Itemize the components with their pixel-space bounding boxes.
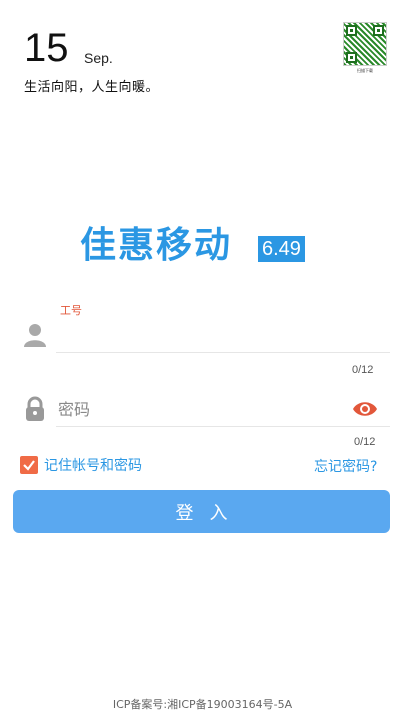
date-day: 15 (24, 26, 69, 70)
password-counter: 0/12 (354, 436, 376, 448)
username-underline (56, 352, 390, 353)
slogan-text: 生活向阳，人生向暖。 (24, 80, 160, 95)
user-icon (22, 322, 48, 348)
username-input[interactable] (58, 322, 338, 348)
username-label: 工号 (60, 304, 82, 317)
version-badge: 6.49 (258, 236, 305, 262)
username-counter: 0/12 (352, 364, 374, 376)
lock-icon (22, 396, 48, 422)
password-underline (56, 426, 390, 427)
remember-checkbox-row[interactable]: 记住帐号和密码 (20, 455, 142, 475)
login-button[interactable]: 登入 (13, 490, 390, 533)
remember-label: 记住帐号和密码 (44, 458, 142, 474)
checkbox-checked-icon[interactable] (20, 456, 38, 474)
date-month: Sep. (84, 50, 113, 66)
app-title: 佳惠移动 (80, 225, 233, 266)
qr-caption: 扫描下载 (357, 68, 373, 73)
qr-code[interactable]: 扫描下载 (343, 22, 387, 74)
qr-code-icon (343, 22, 387, 66)
forgot-password-link[interactable]: 忘记密码? (314, 456, 377, 476)
icp-footer: ICP备案号:湘ICP备19003164号-5A (112, 698, 293, 711)
eye-icon[interactable] (352, 398, 378, 420)
password-input[interactable] (58, 396, 318, 422)
